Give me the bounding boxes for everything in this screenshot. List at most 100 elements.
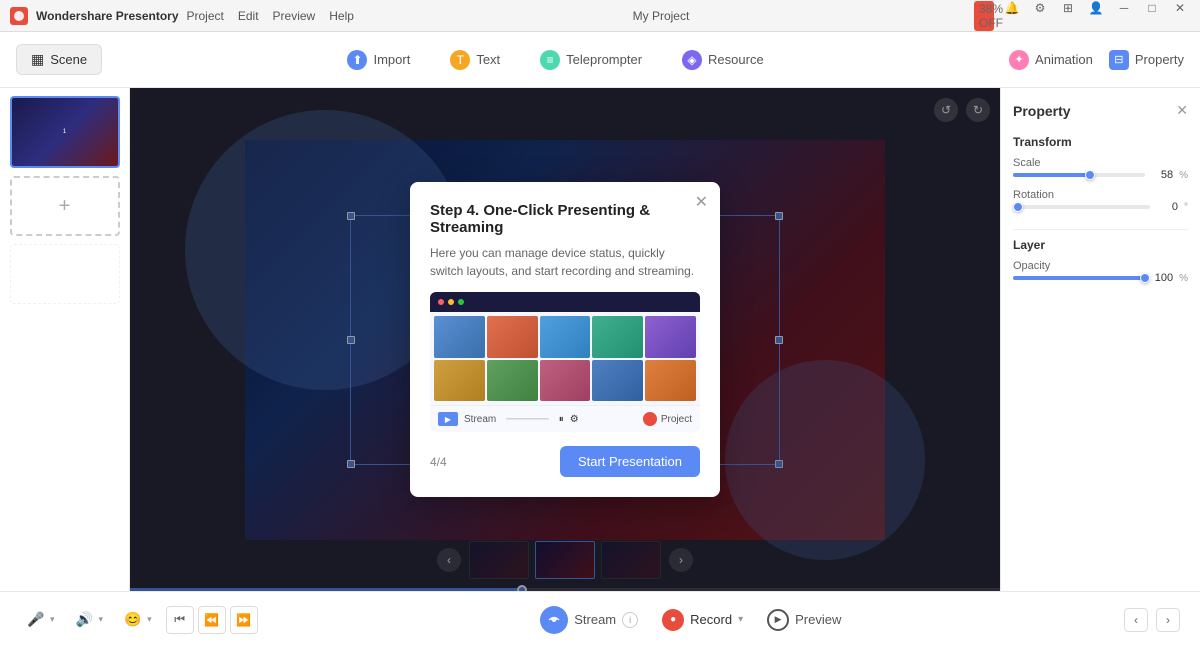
- preview-button[interactable]: ▶ Preview: [767, 609, 841, 631]
- menu-edit[interactable]: Edit: [238, 9, 259, 23]
- divider-1: [1013, 229, 1188, 230]
- rotation-slider[interactable]: [1013, 205, 1150, 209]
- modal-close-button[interactable]: ✕: [695, 192, 708, 212]
- modal-settings-icon: ⚙: [570, 414, 579, 425]
- rotation-value: 0: [1156, 201, 1178, 213]
- app-logo: [10, 7, 28, 25]
- rotation-label: Rotation: [1013, 189, 1188, 201]
- thumb-10: [645, 360, 696, 402]
- record-label: Record: [690, 612, 732, 627]
- expand-button[interactable]: ›: [1156, 608, 1180, 632]
- scale-slider[interactable]: [1013, 173, 1145, 177]
- scale-unit: %: [1179, 170, 1188, 181]
- maximize-button[interactable]: □: [1142, 1, 1162, 31]
- tutorial-modal: ✕ Step 4. One-Click Presenting & Streami…: [410, 182, 720, 497]
- volume-tool[interactable]: 🔊 ▾: [69, 606, 110, 634]
- record-icon: ●: [662, 609, 684, 631]
- modal-image-content: [430, 312, 700, 405]
- panel-title: Property: [1013, 103, 1071, 119]
- thumb-8: [540, 360, 591, 402]
- text-tool[interactable]: T Text: [450, 50, 500, 70]
- microphone-tool[interactable]: 🎤 ▾: [20, 606, 61, 634]
- notifications-icon[interactable]: 🔔: [1002, 1, 1022, 31]
- bottom-left-tools: 🎤 ▾ 🔊 ▾ 😊 ▾ ⏮ ⏪ ⏩: [20, 606, 258, 634]
- resource-label: Resource: [708, 52, 764, 67]
- rotation-thumb[interactable]: [1013, 202, 1023, 212]
- app-name: Wondershare Presentory: [36, 9, 179, 23]
- user-icon[interactable]: 👤: [1086, 1, 1106, 31]
- modal-pause-icon: ⏸: [559, 414, 564, 425]
- toolbar-center: ⬆ Import T Text ≡ Teleprompter ◈ Resourc…: [102, 50, 1009, 70]
- dot-yellow: [448, 299, 454, 305]
- menu-help[interactable]: Help: [329, 9, 354, 23]
- step-forward-button[interactable]: ⏩: [230, 606, 258, 634]
- off-badge: 38% OFF: [974, 1, 994, 31]
- mic-chevron: ▾: [50, 614, 55, 625]
- scene-icon: ▦: [31, 51, 44, 68]
- add-slide-button[interactable]: +: [10, 176, 120, 236]
- text-icon: T: [450, 50, 470, 70]
- panel-close-button[interactable]: ✕: [1176, 102, 1188, 119]
- thumb-3: [540, 316, 591, 358]
- resource-tool[interactable]: ◈ Resource: [682, 50, 764, 70]
- project-name: My Project: [633, 9, 690, 23]
- stream-label: Stream: [574, 612, 616, 627]
- stream-button[interactable]: Stream i: [540, 606, 638, 634]
- modal-stream-label: Stream: [464, 414, 496, 425]
- resource-icon: ◈: [682, 50, 702, 70]
- modal-separator: ──────: [506, 414, 549, 425]
- menu-preview[interactable]: Preview: [273, 9, 316, 23]
- close-button[interactable]: ✕: [1170, 1, 1190, 31]
- bottom-bar: 🎤 ▾ 🔊 ▾ 😊 ▾ ⏮ ⏪ ⏩ Stream i ● Record ▾: [0, 591, 1200, 647]
- opacity-thumb[interactable]: [1140, 273, 1150, 283]
- grid-icon[interactable]: ⊞: [1058, 1, 1078, 31]
- preview-label: Preview: [795, 612, 841, 627]
- opacity-slider[interactable]: [1013, 276, 1145, 280]
- bottom-transport-controls: ⏮ ⏪ ⏩: [166, 606, 258, 634]
- teleprompter-icon: ≡: [540, 50, 560, 70]
- dot-green: [458, 299, 464, 305]
- settings-icon[interactable]: ⚙: [1030, 1, 1050, 31]
- menu-project[interactable]: Project: [187, 9, 224, 23]
- import-tool[interactable]: ⬆ Import: [347, 50, 410, 70]
- face-tool[interactable]: 😊 ▾: [117, 606, 158, 634]
- face-icon: 😊: [123, 610, 143, 630]
- scale-thumb[interactable]: [1085, 170, 1095, 180]
- toolbar-right: ✦ Animation ⊟ Property: [1009, 50, 1184, 70]
- modal-record-icon: [643, 412, 657, 426]
- step-back-button[interactable]: ⏪: [198, 606, 226, 634]
- slide-placeholder: [10, 244, 120, 304]
- transform-section: Transform Scale 58 % Rotation 0 °: [1013, 135, 1188, 213]
- canvas-area[interactable]: ↺ ↻ ‹ › ✕ Step 4. One-Click Presenting &…: [130, 88, 1000, 591]
- start-presentation-button[interactable]: Start Presentation: [560, 446, 700, 477]
- scale-control: 58 %: [1013, 169, 1188, 181]
- skip-back-button[interactable]: ⏮: [166, 606, 194, 634]
- modal-bottom: 4/4 Start Presentation: [430, 446, 700, 477]
- thumb-5: [645, 316, 696, 358]
- animation-icon: ✦: [1009, 50, 1029, 70]
- modal-image: ▶ Stream ────── ⏸ ⚙ Project: [430, 292, 700, 432]
- bottom-right-tools: ‹ ›: [1124, 608, 1180, 632]
- teleprompter-tool[interactable]: ≡ Teleprompter: [540, 50, 642, 70]
- volume-icon: 🔊: [75, 610, 95, 630]
- modal-record-label: Project: [661, 414, 692, 425]
- slide-thumbnail-1[interactable]: 1: [10, 96, 120, 168]
- microphone-icon: 🎤: [26, 610, 46, 630]
- record-button[interactable]: ● Record ▾: [662, 609, 743, 631]
- slide-preview: 1: [12, 98, 118, 166]
- toolbar: ▦ Scene ⬆ Import T Text ≡ Teleprompter ◈…: [0, 32, 1200, 88]
- minimize-button[interactable]: ─: [1114, 1, 1134, 31]
- animation-tool[interactable]: ✦ Animation: [1009, 50, 1093, 70]
- stream-info-icon[interactable]: i: [622, 612, 638, 628]
- vol-chevron: ▾: [99, 614, 104, 625]
- thumb-7: [487, 360, 538, 402]
- modal-overlay: ✕ Step 4. One-Click Presenting & Streami…: [130, 88, 1000, 591]
- record-chevron[interactable]: ▾: [738, 614, 743, 625]
- opacity-unit: %: [1179, 273, 1188, 284]
- preview-icon: ▶: [767, 609, 789, 631]
- property-icon: ⊟: [1109, 50, 1129, 70]
- collapse-button[interactable]: ‹: [1124, 608, 1148, 632]
- menu-bar: Project Edit Preview Help: [187, 9, 354, 23]
- scene-button[interactable]: ▦ Scene: [16, 44, 102, 75]
- property-tool[interactable]: ⊟ Property: [1109, 50, 1184, 70]
